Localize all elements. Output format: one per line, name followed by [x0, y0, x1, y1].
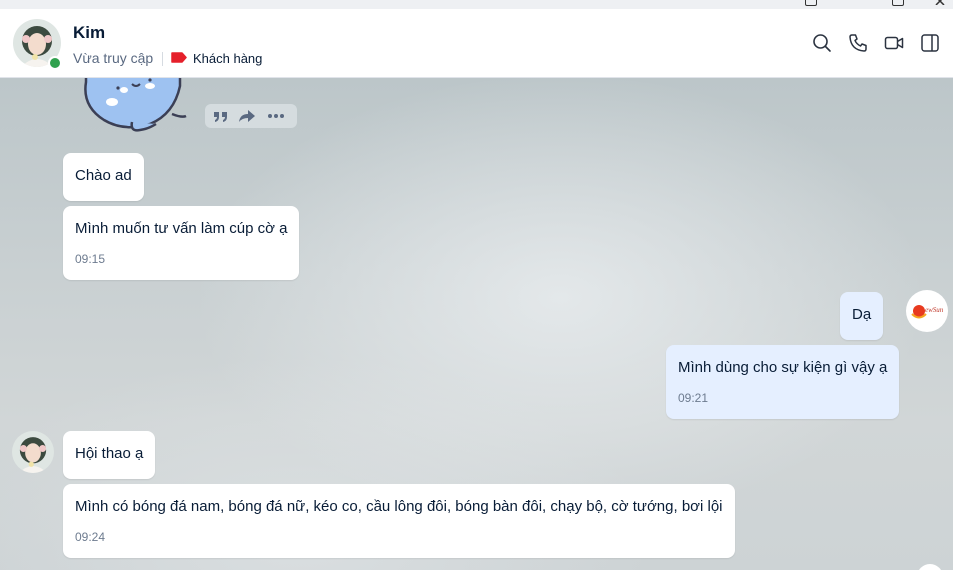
message-bubble-sent[interactable]: Mình dùng cho sự kiện gì vậy ạ 09:21 — [666, 345, 900, 419]
shop-avatar[interactable]: ewSun — [906, 290, 948, 332]
contact-last-seen: Vừa truy cập — [73, 50, 154, 66]
message-bubble-received[interactable]: Hội thao ạ — [63, 431, 156, 479]
header-divider — [162, 52, 163, 66]
search-icon[interactable] — [812, 33, 832, 53]
forward-icon[interactable] — [238, 107, 256, 125]
restore-window-icon[interactable] — [805, 0, 817, 6]
contact-tag-label[interactable]: Khách hàng — [193, 51, 262, 66]
message-list[interactable]: Chào ad Mình muốn tư vấn làm cúp cờ ạ 09… — [0, 78, 953, 570]
message-action-bar — [205, 104, 297, 128]
message-text: Mình dùng cho sự kiện gì vậy ạ — [678, 359, 888, 376]
message-text: Hội thao ạ — [75, 445, 144, 462]
message-bubble-sent[interactable]: Dạ — [840, 292, 884, 340]
message-time: 09:24 — [75, 530, 106, 544]
phone-icon[interactable] — [848, 33, 868, 53]
online-status-dot — [48, 56, 62, 70]
close-window-icon[interactable] — [935, 0, 945, 5]
maximize-window-icon[interactable] — [892, 0, 904, 6]
tag-icon[interactable] — [171, 52, 187, 63]
shop-logo-text: ewSun — [925, 306, 944, 314]
sticker-image[interactable] — [78, 78, 188, 134]
message-bubble-received[interactable]: Mình muốn tư vấn làm cúp cờ ạ 09:15 — [63, 206, 300, 280]
more-icon[interactable] — [267, 107, 285, 125]
window-title-strip — [0, 0, 953, 9]
message-text: Mình có bóng đá nam, bóng đá nữ, kéo co,… — [75, 498, 723, 515]
message-bubble-received[interactable]: Mình có bóng đá nam, bóng đá nữ, kéo co,… — [63, 484, 735, 558]
message-bubble-received[interactable]: Chào ad — [63, 153, 144, 201]
message-text: Dạ — [852, 306, 872, 323]
video-call-icon[interactable] — [884, 33, 904, 53]
sidebar-toggle-icon[interactable] — [920, 33, 940, 53]
message-text: Chào ad — [75, 167, 132, 184]
chat-header: Kim Vừa truy cập Khách hàng — [0, 9, 953, 78]
message-time: 09:15 — [75, 252, 106, 266]
message-text: Mình muốn tư vấn làm cúp cờ ạ — [75, 220, 288, 237]
scroll-to-bottom-button[interactable] — [917, 564, 943, 570]
contact-name[interactable]: Kim — [73, 23, 105, 43]
quote-icon[interactable] — [212, 107, 230, 125]
message-time: 09:21 — [678, 391, 709, 405]
contact-avatar[interactable] — [12, 431, 54, 473]
